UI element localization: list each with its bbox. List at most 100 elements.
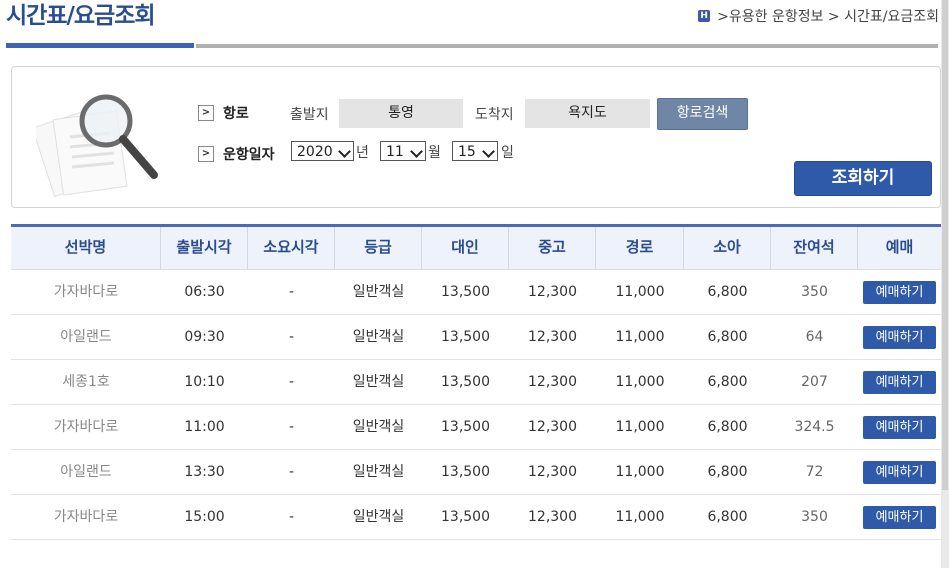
cell-grade: 일반객실 bbox=[352, 284, 405, 300]
column-header: 선박명 bbox=[11, 227, 161, 269]
magnifier-icon bbox=[36, 94, 158, 198]
cell-teen: 12,300 bbox=[528, 284, 577, 300]
table-row: 가자바다로 11:00 - 일반객실 13,500 12,300 11,000 6,800 32… bbox=[11, 405, 941, 450]
scrollbar-thumb[interactable] bbox=[942, 0, 948, 490]
cell-grade: 일반객실 bbox=[352, 509, 405, 525]
cell-action: 예매하기 bbox=[858, 270, 941, 314]
cell-duration: - bbox=[288, 374, 295, 390]
cell-remain: 324.5 bbox=[794, 419, 835, 435]
column-header: 출발시각 bbox=[161, 227, 248, 269]
cell-remain: 64 bbox=[805, 329, 824, 345]
cell-ship: 가자바다로 bbox=[53, 284, 119, 300]
table-row: 가자바다로 15:00 - 일반객실 13,500 12,300 11,000 6,800 35… bbox=[11, 495, 941, 540]
reserve-button[interactable]: 예매하기 bbox=[863, 416, 936, 439]
cell-action: 예매하기 bbox=[858, 360, 941, 404]
cell-adult: 13,500 bbox=[441, 509, 490, 525]
cell-ship: 세종1호 bbox=[62, 374, 110, 390]
cell-duration: - bbox=[288, 419, 295, 435]
cell-senior: 11,000 bbox=[615, 419, 665, 435]
cell-duration: - bbox=[288, 509, 295, 525]
reserve-button[interactable]: 예매하기 bbox=[863, 506, 936, 529]
cell-action: 예매하기 bbox=[858, 495, 941, 539]
date-label: 운항일자 bbox=[223, 147, 275, 163]
cell-teen: 12,300 bbox=[528, 464, 577, 480]
cell-action: 예매하기 bbox=[858, 405, 941, 449]
cell-teen: 12,300 bbox=[528, 329, 577, 345]
route-label: 항로 bbox=[223, 106, 249, 122]
cell-teen: 12,300 bbox=[528, 374, 577, 390]
column-header: 잔여석 bbox=[771, 227, 858, 269]
reserve-button[interactable]: 예매하기 bbox=[863, 281, 936, 304]
cell-remain: 350 bbox=[801, 509, 828, 525]
cell-adult: 13,500 bbox=[441, 374, 490, 390]
chevron-down-icon bbox=[338, 145, 351, 158]
table-row: 세종1호 10:10 - 일반객실 13,500 12,300 11,000 6,800 207… bbox=[11, 360, 941, 405]
month-select[interactable]: 11 bbox=[380, 141, 426, 161]
cell-grade: 일반객실 bbox=[352, 419, 405, 435]
year-select[interactable]: 2020 bbox=[291, 141, 354, 161]
route-search-button[interactable]: 항로검색 bbox=[657, 98, 748, 130]
arrival-label: 도착지 bbox=[475, 107, 514, 123]
cell-teen: 12,300 bbox=[528, 509, 577, 525]
query-button[interactable]: 조회하기 bbox=[794, 161, 932, 196]
cell-ship: 가자바다로 bbox=[53, 509, 119, 525]
cell-adult: 13,500 bbox=[441, 419, 490, 435]
reserve-button[interactable]: 예매하기 bbox=[863, 461, 936, 484]
table-row: 아일랜드 09:30 - 일반객실 13,500 12,300 11,000 6,800 64 예… bbox=[11, 315, 941, 360]
table-header: 선박명 출발시각 소요시각 등급 대인 중고 경로 소아 잔여석 예매 bbox=[11, 224, 941, 270]
cell-time: 06:30 bbox=[184, 284, 225, 300]
cell-adult: 13,500 bbox=[441, 329, 490, 345]
day-select[interactable]: 15 bbox=[452, 141, 498, 161]
home-icon[interactable]: H bbox=[698, 10, 711, 22]
chevron-down-icon bbox=[482, 145, 495, 158]
column-header: 예매 bbox=[885, 238, 914, 256]
cell-child: 6,800 bbox=[707, 284, 748, 300]
column-header: 경로 bbox=[596, 227, 684, 269]
cell-ship: 아일랜드 bbox=[60, 464, 112, 480]
arrival-field[interactable]: 욕지도 bbox=[525, 99, 650, 128]
departure-label: 출발지 bbox=[290, 107, 329, 123]
cell-duration: - bbox=[288, 329, 295, 345]
cell-child: 6,800 bbox=[707, 509, 748, 525]
cell-child: 6,800 bbox=[707, 419, 748, 435]
cell-duration: - bbox=[288, 464, 295, 480]
bullet-arrow-icon: > bbox=[198, 146, 214, 162]
cell-grade: 일반객실 bbox=[352, 329, 405, 345]
cell-time: 15:00 bbox=[184, 509, 225, 525]
reserve-button[interactable]: 예매하기 bbox=[863, 326, 936, 349]
column-header: 소아 bbox=[684, 227, 771, 269]
cell-child: 6,800 bbox=[707, 329, 748, 345]
cell-teen: 12,300 bbox=[528, 419, 577, 435]
timetable: 선박명 출발시각 소요시각 등급 대인 중고 경로 소아 잔여석 예매 가자바다… bbox=[11, 224, 941, 540]
cell-grade: 일반객실 bbox=[352, 374, 405, 390]
cell-senior: 11,000 bbox=[615, 509, 665, 525]
breadcrumb: H >유용한 운항정보 > 시간표/요금조회 bbox=[698, 6, 939, 26]
cell-senior: 11,000 bbox=[615, 284, 665, 300]
page-title: 시간표/요금조회 bbox=[6, 3, 156, 29]
cell-senior: 11,000 bbox=[615, 374, 665, 390]
column-header: 등급 bbox=[335, 227, 422, 269]
cell-child: 6,800 bbox=[707, 464, 748, 480]
cell-ship: 가자바다로 bbox=[53, 419, 119, 435]
column-header: 소요시각 bbox=[248, 227, 335, 269]
cell-remain: 72 bbox=[805, 464, 824, 480]
cell-grade: 일반객실 bbox=[352, 464, 405, 480]
cell-ship: 아일랜드 bbox=[60, 329, 112, 345]
table-row: 아일랜드 13:30 - 일반객실 13,500 12,300 11,000 6,800 72 예… bbox=[11, 450, 941, 495]
title-underline bbox=[196, 44, 938, 48]
cell-adult: 13,500 bbox=[441, 284, 490, 300]
table-body: 가자바다로 06:30 - 일반객실 13,500 12,300 11,000 6,800 35… bbox=[11, 270, 941, 540]
departure-field[interactable]: 통영 bbox=[339, 99, 463, 128]
column-header: 중고 bbox=[509, 227, 596, 269]
scrollbar[interactable] bbox=[941, 0, 949, 568]
bullet-arrow-icon: > bbox=[198, 105, 214, 121]
title-underline-accent bbox=[6, 43, 194, 48]
cell-senior: 11,000 bbox=[615, 329, 665, 345]
cell-time: 11:00 bbox=[184, 419, 225, 435]
cell-action: 예매하기 bbox=[858, 315, 941, 359]
breadcrumb-path[interactable]: >유용한 운항정보 > 시간표/요금조회 bbox=[717, 6, 939, 26]
cell-senior: 11,000 bbox=[615, 464, 665, 480]
cell-time: 09:30 bbox=[184, 329, 225, 345]
reserve-button[interactable]: 예매하기 bbox=[863, 371, 936, 394]
cell-remain: 207 bbox=[801, 374, 828, 390]
